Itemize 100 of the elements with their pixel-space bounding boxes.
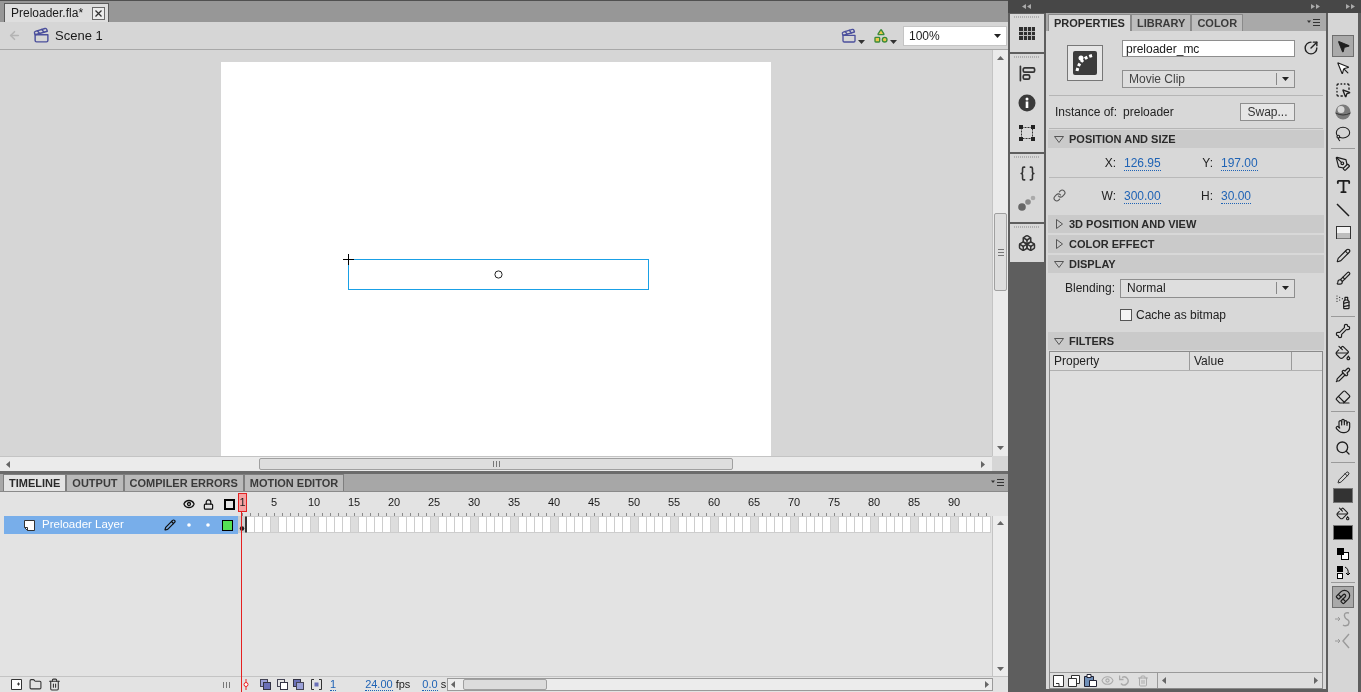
double-right-arrow-icon[interactable] bbox=[1346, 4, 1355, 9]
column-header[interactable]: Value bbox=[1190, 352, 1292, 370]
frame-number[interactable]: 1 bbox=[238, 493, 247, 512]
horizontal-scrollbar[interactable] bbox=[0, 456, 992, 471]
symbol-type-dropdown[interactable]: Movie Clip bbox=[1122, 70, 1295, 88]
stroke-color-swatch[interactable] bbox=[1333, 488, 1353, 503]
double-left-arrow-icon[interactable] bbox=[1022, 4, 1031, 9]
layer-color-icon[interactable] bbox=[222, 519, 233, 531]
column-header[interactable]: Property bbox=[1050, 352, 1190, 370]
frame-number[interactable]: 50 bbox=[614, 493, 654, 512]
two-squares-icon[interactable] bbox=[1337, 548, 1349, 560]
current-frame-field[interactable]: 1 bbox=[330, 678, 337, 691]
panel-menu-icon[interactable] bbox=[991, 479, 1004, 486]
frame-rate-field[interactable]: 24.00 bbox=[365, 678, 393, 691]
scrollbar-thumb[interactable] bbox=[259, 458, 733, 470]
scroll-left-icon[interactable] bbox=[451, 681, 455, 688]
selection-bounding-box[interactable] bbox=[348, 259, 649, 290]
page-icon[interactable] bbox=[11, 679, 22, 690]
blending-dropdown[interactable]: Normal bbox=[1120, 278, 1295, 298]
scroll-right-icon[interactable] bbox=[981, 460, 985, 468]
panel-tab[interactable]: COLOR bbox=[1191, 14, 1244, 31]
overlapping-outline-squares-icon[interactable] bbox=[277, 679, 288, 690]
panel-tab[interactable]: COMPILER ERRORS bbox=[123, 474, 244, 491]
scroll-down-icon[interactable] bbox=[997, 446, 1004, 450]
frame-number[interactable]: 80 bbox=[854, 493, 894, 512]
edit-symbols-button[interactable] bbox=[873, 27, 897, 44]
chain-link-icon[interactable] bbox=[1053, 189, 1066, 202]
frame-number[interactable]: 60 bbox=[694, 493, 734, 512]
elapsed-time-field[interactable]: 0.0 bbox=[422, 678, 438, 691]
frame-number[interactable]: 35 bbox=[494, 493, 534, 512]
section-header[interactable]: DISPLAY bbox=[1048, 255, 1324, 273]
fill-color-swatch[interactable] bbox=[1333, 525, 1353, 540]
section-header[interactable]: POSITION AND SIZE bbox=[1048, 130, 1324, 148]
value-field[interactable]: 30.00 bbox=[1221, 188, 1252, 204]
page-icon[interactable] bbox=[1053, 674, 1064, 687]
value-field[interactable]: 197.00 bbox=[1221, 155, 1258, 171]
scroll-right-icon[interactable] bbox=[1314, 677, 1318, 684]
section-header[interactable]: COLOR EFFECT bbox=[1048, 235, 1324, 253]
double-right-arrow-icon[interactable] bbox=[1311, 4, 1320, 9]
scrollbar-thumb[interactable] bbox=[994, 213, 1007, 291]
dashed-square-handles-icon[interactable] bbox=[1019, 125, 1035, 141]
frame-number[interactable]: 5 bbox=[254, 493, 294, 512]
squares-curved-arrow-icon[interactable] bbox=[1336, 566, 1350, 579]
panel-tab[interactable]: TIMELINE bbox=[3, 474, 67, 491]
frame-number[interactable]: 20 bbox=[374, 493, 414, 512]
section-header[interactable]: FILTERS bbox=[1048, 332, 1324, 350]
scrollbar-thumb[interactable] bbox=[463, 679, 547, 690]
duplicate-icon[interactable] bbox=[1068, 674, 1080, 687]
trash-icon[interactable] bbox=[48, 678, 61, 691]
swatch-grid-icon[interactable] bbox=[1019, 26, 1035, 40]
circle-arrow-icon[interactable] bbox=[1304, 41, 1318, 55]
scroll-down-icon[interactable] bbox=[997, 667, 1004, 671]
scroll-up-icon[interactable] bbox=[997, 56, 1004, 60]
panel-tab[interactable]: LIBRARY bbox=[1130, 14, 1192, 31]
panel-tab[interactable]: PROPERTIES bbox=[1048, 14, 1131, 31]
edit-scene-button[interactable] bbox=[841, 27, 865, 44]
value-field[interactable]: 300.00 bbox=[1124, 188, 1161, 204]
frame-number[interactable]: 30 bbox=[454, 493, 494, 512]
frame-number[interactable]: 15 bbox=[334, 493, 374, 512]
zoom-dropdown[interactable]: 100% bbox=[903, 25, 1007, 46]
cubes-icon[interactable] bbox=[1018, 234, 1036, 252]
instance-name-field[interactable]: preloader_mc bbox=[1122, 40, 1295, 57]
frame-number[interactable]: 40 bbox=[534, 493, 574, 512]
vertical-scrollbar[interactable] bbox=[992, 516, 1008, 676]
frame-number[interactable]: 10 bbox=[294, 493, 334, 512]
panel-tab[interactable]: MOTION EDITOR bbox=[243, 474, 345, 491]
swap-button[interactable]: Swap... bbox=[1240, 103, 1295, 121]
section-header[interactable]: 3D POSITION AND VIEW bbox=[1048, 215, 1324, 233]
frame-number[interactable]: 85 bbox=[894, 493, 934, 512]
dot-icon[interactable] bbox=[206, 523, 210, 527]
frame-number[interactable]: 65 bbox=[734, 493, 774, 512]
folder-icon[interactable] bbox=[29, 678, 42, 691]
vertical-scrollbar[interactable] bbox=[992, 50, 1008, 456]
align-bars-icon[interactable] bbox=[1018, 64, 1036, 82]
document-tab[interactable]: Preloader.fla* bbox=[4, 3, 110, 22]
eye-icon[interactable] bbox=[183, 498, 195, 510]
frame-number[interactable]: 75 bbox=[814, 493, 854, 512]
panel-menu-icon[interactable] bbox=[1307, 18, 1320, 26]
value-field[interactable]: 126.95 bbox=[1124, 155, 1161, 171]
option-button[interactable] bbox=[1332, 586, 1354, 608]
checkbox[interactable] bbox=[1120, 309, 1132, 321]
info-icon[interactable] bbox=[1018, 94, 1036, 112]
braces-icon[interactable] bbox=[1018, 164, 1036, 182]
horizontal-scrollbar[interactable] bbox=[447, 678, 993, 691]
scroll-left-icon[interactable] bbox=[1162, 677, 1166, 684]
playhead-marker-icon[interactable] bbox=[243, 679, 249, 690]
outline-square-icon[interactable] bbox=[224, 498, 235, 510]
scroll-up-icon[interactable] bbox=[997, 521, 1004, 525]
frame-number[interactable]: 25 bbox=[414, 493, 454, 512]
close-button[interactable] bbox=[92, 6, 106, 20]
lock-icon[interactable] bbox=[203, 498, 214, 510]
frame-number[interactable]: 90 bbox=[934, 493, 974, 512]
bracket-square-icon[interactable] bbox=[311, 679, 322, 690]
panel-tab[interactable]: OUTPUT bbox=[66, 474, 124, 491]
circles-icon[interactable] bbox=[1018, 195, 1036, 211]
tool-button[interactable] bbox=[1332, 35, 1354, 57]
scroll-right-icon[interactable] bbox=[985, 681, 989, 688]
overlapping-squares-icon[interactable] bbox=[293, 679, 304, 690]
dot-icon[interactable] bbox=[187, 523, 191, 527]
frame-number[interactable]: 45 bbox=[574, 493, 614, 512]
